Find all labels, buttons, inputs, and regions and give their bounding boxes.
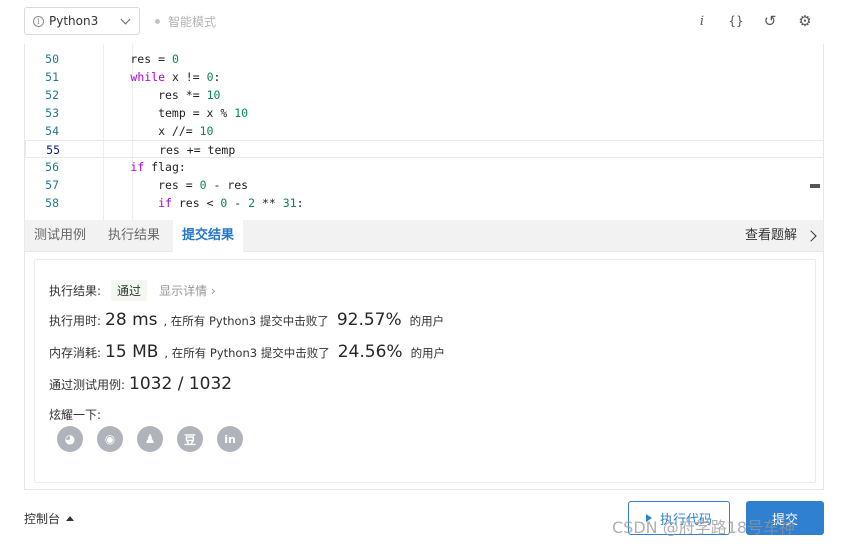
tab-run-result[interactable]: 执行结果 xyxy=(99,220,169,252)
code-text: res = 0 - res xyxy=(75,178,249,192)
settings-icon[interactable]: ⚙ xyxy=(795,11,815,31)
tests-label: 通过测试用例: xyxy=(49,378,126,392)
line-number: 53 xyxy=(45,106,59,120)
weibo-icon[interactable]: ◉ xyxy=(97,426,123,452)
code-line[interactable]: 52 res *= 10 xyxy=(25,86,823,104)
line-number: 56 xyxy=(45,160,59,174)
chevron-down-icon xyxy=(120,14,131,25)
code-text: while x != 0: xyxy=(130,70,221,84)
code-line[interactable]: 58 if res < 0 - 2 ** 31: xyxy=(25,194,823,212)
line-number: 51 xyxy=(45,70,59,84)
line-number: 50 xyxy=(45,52,59,66)
code-line[interactable]: 53 temp = x % 10 xyxy=(25,104,823,122)
braces-icon[interactable]: {} xyxy=(726,11,746,31)
memory-description: , 在所有 Python3 提交中击败了 xyxy=(164,346,330,360)
console-toggle[interactable]: 控制台 xyxy=(24,510,75,527)
language-select-value: Python3 xyxy=(49,14,99,28)
memory-value: 15 MB xyxy=(105,342,159,362)
line-number: 57 xyxy=(45,178,59,192)
show-details-link[interactable]: 显示详情 › xyxy=(159,282,216,299)
tab-testcase[interactable]: 测试用例 xyxy=(25,220,95,252)
view-solution-label: 查看题解 xyxy=(744,228,797,243)
runtime-row: 执行用时: 28 ms , 在所有 Python3 提交中击败了 92.57% … xyxy=(49,310,444,330)
status-badge: 通过 xyxy=(111,280,148,301)
memory-users: 的用户 xyxy=(410,346,446,360)
line-number: 58 xyxy=(45,196,59,210)
line-number: 55 xyxy=(46,143,60,157)
code-text: x //= 10 xyxy=(75,124,214,138)
line-number: 52 xyxy=(45,88,59,102)
code-text: temp = x % 10 xyxy=(75,106,249,120)
watermark: CSDN @府学路18号车神 xyxy=(612,518,796,537)
status-label: 执行结果: xyxy=(49,284,102,298)
linkedin-icon[interactable]: in xyxy=(217,426,243,452)
smart-mode-dot xyxy=(155,19,160,24)
code-line[interactable]: 51 while x != 0: xyxy=(25,68,823,86)
runtime-percentile: 92.57% xyxy=(336,310,402,330)
reset-icon[interactable]: ↺ xyxy=(760,11,780,31)
code-text: res = 0 xyxy=(75,52,179,66)
code-line[interactable]: 57 res = 0 - res xyxy=(25,176,823,194)
editor-toolbar: i Python3 智能模式 i {} ↺ ⚙ xyxy=(0,0,842,44)
wechat-icon[interactable]: ◕ xyxy=(57,426,83,452)
result-tabs: 测试用例 执行结果 提交结果 查看题解 xyxy=(24,220,824,252)
code-text: res *= 10 xyxy=(75,88,221,102)
runtime-users: 的用户 xyxy=(409,314,445,328)
caret-up-icon xyxy=(66,516,75,521)
line-number: 54 xyxy=(45,124,59,138)
editor-scroll-marker[interactable] xyxy=(810,184,820,188)
language-info-icon: i xyxy=(33,15,44,27)
result-panel-container: 执行结果: 通过 显示详情 › 执行用时: 28 ms , 在所有 Python… xyxy=(24,252,824,490)
share-label: 炫耀一下: xyxy=(49,408,102,422)
qq-icon[interactable]: ♟ xyxy=(137,426,163,452)
console-label: 控制台 xyxy=(24,512,61,526)
douban-icon[interactable]: 豆 xyxy=(177,426,203,452)
code-text: res += temp xyxy=(76,143,236,157)
code-text: if res < 0 - 2 ** 31: xyxy=(158,196,304,210)
chevron-right-icon xyxy=(805,230,817,242)
share-row: 炫耀一下: xyxy=(49,406,101,423)
smart-mode-label: 智能模式 xyxy=(168,15,217,29)
code-line[interactable]: 56 if flag: xyxy=(25,158,823,176)
code-editor[interactable]: 50 res = 0 51 while x != 0: 52 res *= 10 53… xyxy=(24,44,824,220)
memory-label: 内存消耗: xyxy=(49,346,102,360)
tests-value: 1032 / 1032 xyxy=(129,374,233,394)
tab-submit-result[interactable]: 提交结果 xyxy=(173,220,244,252)
info-icon[interactable]: i xyxy=(692,11,712,31)
smart-mode-toggle[interactable]: 智能模式 xyxy=(155,13,216,30)
code-line[interactable]: 54 x //= 10 xyxy=(25,122,823,140)
runtime-description: , 在所有 Python3 提交中击败了 xyxy=(163,314,329,328)
tests-row: 通过测试用例: 1032 / 1032 xyxy=(49,374,238,394)
view-solution-link[interactable]: 查看题解 xyxy=(744,220,817,252)
submission-result-panel: 执行结果: 通过 显示详情 › 执行用时: 28 ms , 在所有 Python… xyxy=(34,259,816,483)
status-row: 执行结果: 通过 显示详情 › xyxy=(49,280,216,301)
memory-row: 内存消耗: 15 MB , 在所有 Python3 提交中击败了 24.56% … xyxy=(49,342,445,362)
memory-percentile: 24.56% xyxy=(337,342,403,362)
runtime-value: 28 ms xyxy=(105,310,158,330)
code-line[interactable]: 50 res = 0 xyxy=(25,50,823,68)
language-select[interactable]: i Python3 xyxy=(24,7,140,35)
code-text: if flag: xyxy=(130,160,186,174)
runtime-label: 执行用时: xyxy=(49,314,102,328)
code-line[interactable]: 55 res += temp xyxy=(25,140,823,158)
